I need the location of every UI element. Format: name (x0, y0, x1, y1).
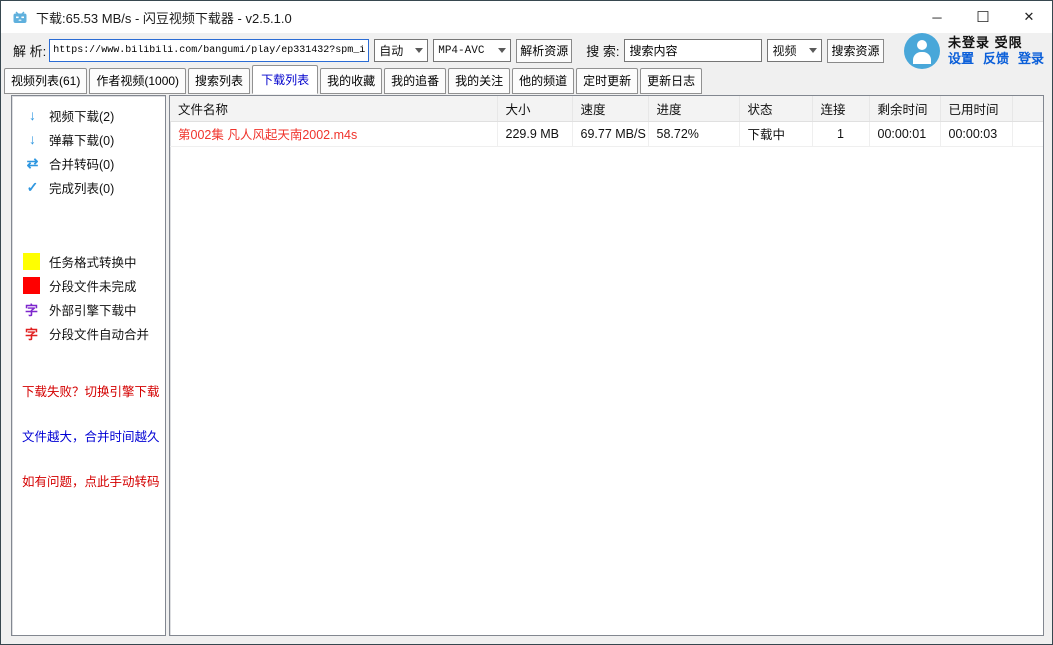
col-size[interactable]: 大小 (497, 96, 572, 121)
download-table: 文件名称 大小 速度 进度 状态 连接 剩余时间 已用时间 第002集 凡人风起… (170, 96, 1043, 147)
chevron-down-icon (498, 48, 506, 53)
tab-my-bangumi[interactable]: 我的追番 (384, 68, 446, 94)
red-text-glyph-icon: 字 (23, 324, 40, 343)
cell-status: 下载中 (739, 121, 812, 146)
cell-spacer (1012, 121, 1043, 146)
sidebar-item-video-downloads[interactable]: ↓ 视频下载(2) (12, 103, 165, 127)
sidebar-notes: 下载失败？切换引擎下载 文件越大，合并时间越久 如有问题，点此手动转码 (12, 381, 165, 490)
cell-connections: 1 (812, 121, 869, 146)
cell-progress: 58.72% (648, 121, 739, 146)
note-merge-time: 文件越大，合并时间越久 (12, 426, 165, 445)
col-remaining-time[interactable]: 剩余时间 (869, 96, 940, 121)
cell-filename[interactable]: 第002集 凡人风起天南2002.m4s (170, 121, 497, 146)
quality-select-value: 自动 (379, 42, 403, 59)
format-select[interactable]: MP4-AVC (433, 39, 511, 62)
download-arrow-icon: ↓ (25, 107, 40, 123)
user-avatar-icon[interactable] (904, 33, 940, 69)
login-link[interactable]: 登录 (1018, 51, 1044, 67)
tab-my-follows[interactable]: 我的关注 (448, 68, 510, 94)
red-swatch-icon (23, 277, 40, 294)
search-label: 搜 索: (586, 41, 619, 60)
col-connections[interactable]: 连接 (812, 96, 869, 121)
parse-url-input[interactable] (49, 39, 369, 62)
download-arrow-icon: ↓ (25, 131, 40, 147)
close-button[interactable]: ✕ (1006, 1, 1052, 33)
search-resource-button[interactable]: 搜索资源 (827, 39, 883, 63)
tab-bar: 视频列表(61) 作者视频(1000) 搜索列表 下载列表 我的收藏 我的追番 … (1, 68, 1052, 94)
login-status: 未登录 受限 (948, 35, 1044, 51)
feedback-link[interactable]: 反馈 (983, 51, 1009, 67)
download-list-panel: 文件名称 大小 速度 进度 状态 连接 剩余时间 已用时间 第002集 凡人风起… (169, 95, 1044, 636)
parse-resource-button[interactable]: 解析资源 (516, 39, 572, 63)
tab-my-favorites[interactable]: 我的收藏 (320, 68, 382, 94)
sidebar: ↓ 视频下载(2) ↓ 弹幕下载(0) ⇄ 合并转码(0) ✓ 完成列表(0) … (11, 95, 166, 636)
col-spacer (1012, 96, 1043, 121)
minimize-button[interactable]: ─ (914, 1, 960, 33)
tab-search-list[interactable]: 搜索列表 (188, 68, 250, 94)
legend-label: 外部引擎下载中 (49, 300, 137, 319)
title-bar: 下载:65.53 MB/s - 闪豆视频下载器 - v2.5.1.0 ─ ☐ ✕ (1, 1, 1052, 33)
tab-scheduled-update[interactable]: 定时更新 (576, 68, 638, 94)
purple-text-glyph-icon: 字 (23, 300, 40, 319)
sidebar-item-label: 弹幕下载(0) (49, 130, 114, 149)
table-header-row: 文件名称 大小 速度 进度 状态 连接 剩余时间 已用时间 (170, 96, 1043, 121)
col-speed[interactable]: 速度 (572, 96, 648, 121)
yellow-swatch-icon (23, 253, 40, 270)
note-manual-transcode[interactable]: 如有问题，点此手动转码 (12, 471, 165, 490)
maximize-button[interactable]: ☐ (960, 1, 1006, 33)
quality-select[interactable]: 自动 (374, 39, 428, 62)
cell-elapsed-time: 00:00:03 (940, 121, 1012, 146)
search-type-select[interactable]: 视频 (767, 39, 822, 62)
sidebar-item-merge-transcode[interactable]: ⇄ 合并转码(0) (12, 151, 165, 175)
app-logo-icon (12, 9, 28, 25)
legend-label: 分段文件未完成 (49, 276, 137, 295)
legend-label: 分段文件自动合并 (49, 324, 149, 343)
sidebar-item-label: 完成列表(0) (49, 178, 114, 197)
sidebar-item-danmaku-downloads[interactable]: ↓ 弹幕下载(0) (12, 127, 165, 151)
settings-link[interactable]: 设置 (948, 51, 974, 67)
account-area: 未登录 受限 设置 反馈 登录 (904, 33, 1044, 69)
table-row[interactable]: 第002集 凡人风起天南2002.m4s 229.9 MB 69.77 MB/S… (170, 121, 1043, 146)
col-filename[interactable]: 文件名称 (170, 96, 497, 121)
sidebar-item-label: 合并转码(0) (49, 154, 114, 173)
tab-author-videos[interactable]: 作者视频(1000) (89, 68, 186, 94)
format-select-value: MP4-AVC (438, 45, 484, 57)
col-status[interactable]: 状态 (739, 96, 812, 121)
col-progress[interactable]: 进度 (648, 96, 739, 121)
tab-changelog[interactable]: 更新日志 (640, 68, 702, 94)
chevron-down-icon (415, 48, 423, 53)
sidebar-item-label: 视频下载(2) (49, 106, 114, 125)
search-type-select-value: 视频 (772, 42, 796, 59)
legend-label: 任务格式转换中 (49, 252, 137, 271)
account-links: 设置 反馈 登录 (948, 51, 1044, 67)
cell-remaining-time: 00:00:01 (869, 121, 940, 146)
parse-label: 解 析: (13, 41, 46, 60)
cell-size: 229.9 MB (497, 121, 572, 146)
swap-arrows-icon: ⇄ (25, 155, 40, 172)
legend-item: 字 分段文件自动合并 (12, 321, 165, 345)
search-input[interactable] (624, 39, 762, 62)
tab-video-list[interactable]: 视频列表(61) (4, 68, 87, 94)
legend: 任务格式转换中 分段文件未完成 字 外部引擎下载中 字 分段文件自动合并 (12, 249, 165, 345)
window-title: 下载:65.53 MB/s - 闪豆视频下载器 - v2.5.1.0 (36, 8, 292, 27)
chevron-down-icon (809, 48, 817, 53)
check-icon: ✓ (25, 179, 40, 196)
account-text: 未登录 受限 设置 反馈 登录 (948, 35, 1044, 67)
cell-speed: 69.77 MB/S (572, 121, 648, 146)
user-icon (913, 52, 931, 64)
col-elapsed-time[interactable]: 已用时间 (940, 96, 1012, 121)
tab-download-list[interactable]: 下载列表 (252, 65, 318, 94)
user-icon (917, 40, 927, 50)
note-switch-engine[interactable]: 下载失败？切换引擎下载 (12, 381, 165, 400)
toolbar: 解 析: 自动 MP4-AVC 解析资源 搜 索: 视频 搜索资源 未登录 受限 (1, 33, 1052, 68)
window-controls: ─ ☐ ✕ (914, 1, 1052, 33)
tab-his-channel[interactable]: 他的频道 (512, 68, 574, 94)
legend-item: 分段文件未完成 (12, 273, 165, 297)
content-area: ↓ 视频下载(2) ↓ 弹幕下载(0) ⇄ 合并转码(0) ✓ 完成列表(0) … (1, 94, 1052, 644)
app-window: 下载:65.53 MB/s - 闪豆视频下载器 - v2.5.1.0 ─ ☐ ✕… (0, 0, 1053, 645)
legend-item: 字 外部引擎下载中 (12, 297, 165, 321)
legend-item: 任务格式转换中 (12, 249, 165, 273)
sidebar-item-completed-list[interactable]: ✓ 完成列表(0) (12, 175, 165, 199)
